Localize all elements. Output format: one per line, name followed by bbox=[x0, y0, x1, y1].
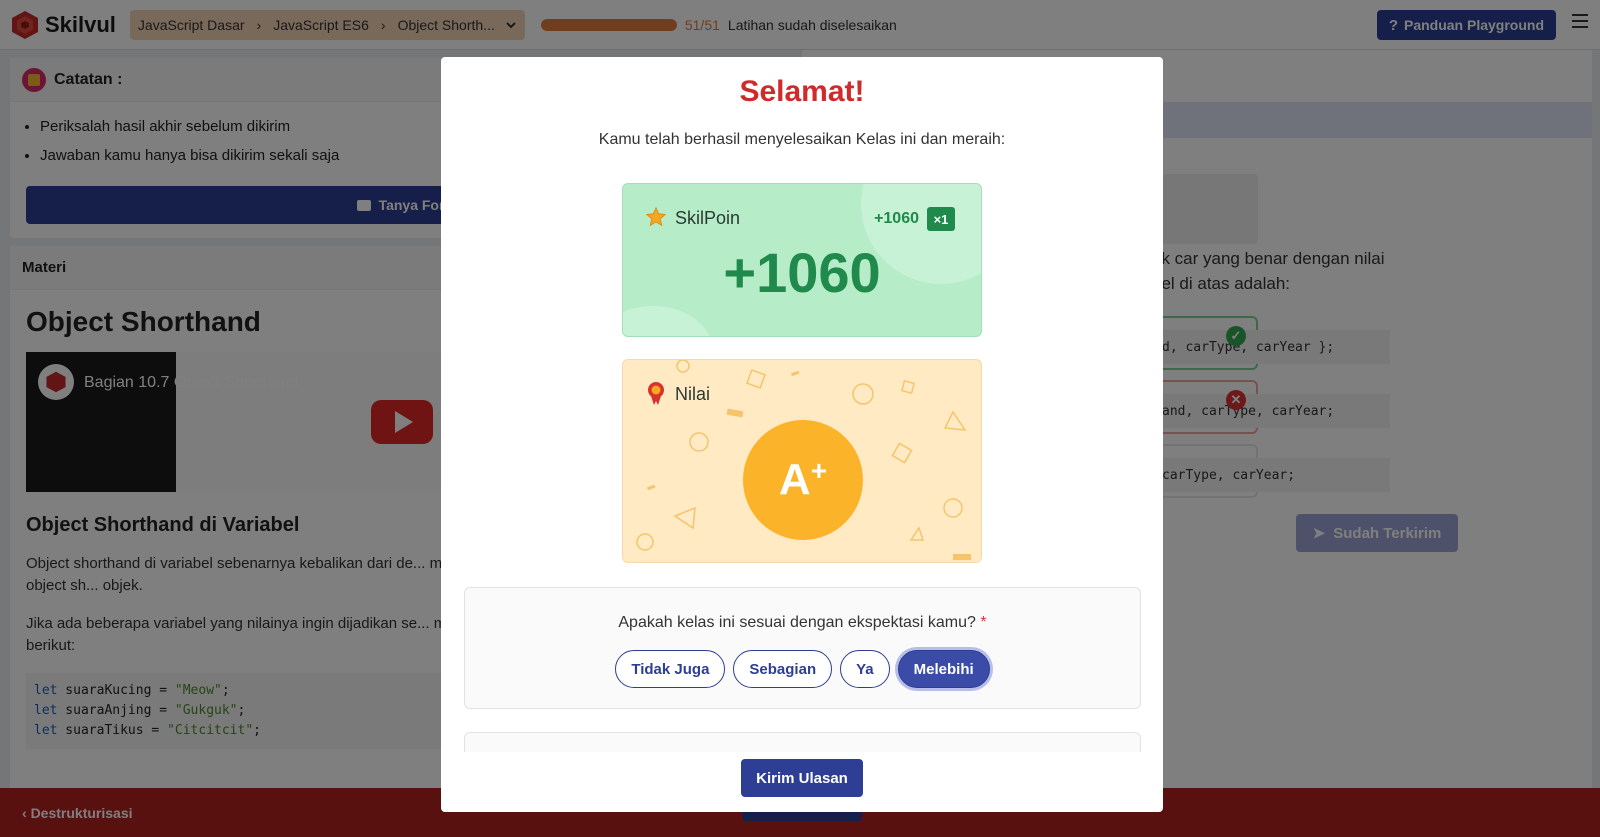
survey-card: Apakah kelas ini sesuai dengan ekspektas… bbox=[464, 587, 1141, 709]
star-icon bbox=[645, 206, 667, 227]
grade-badge: A + bbox=[743, 420, 863, 540]
modal-subtitle: Kamu telah berhasil menyelesaikan Kelas … bbox=[598, 131, 1006, 148]
points-small: +1060 bbox=[874, 210, 919, 227]
medal-icon bbox=[648, 382, 664, 405]
points-label: SkilPoin bbox=[675, 208, 741, 228]
points-multiplier-badge: ×1 bbox=[927, 207, 955, 231]
points-card: SkilPoin +1060 ×1 +1060 bbox=[622, 183, 982, 337]
grade-modifier: + bbox=[810, 455, 828, 486]
survey-option-tidak-juga[interactable]: Tidak Juga bbox=[615, 650, 726, 688]
survey-options: Tidak Juga Sebagian Ya Melebihi bbox=[465, 650, 1140, 688]
modal-title: Selamat! bbox=[739, 75, 865, 108]
grade-card: Nilai A + bbox=[622, 359, 982, 563]
grade-label: Nilai bbox=[675, 384, 711, 404]
survey-option-melebihi[interactable]: Melebihi bbox=[897, 650, 990, 688]
points-total: +1060 bbox=[723, 241, 881, 304]
grade-letter: A bbox=[778, 455, 811, 504]
survey-option-sebagian[interactable]: Sebagian bbox=[733, 650, 833, 688]
required-mark: * bbox=[980, 614, 987, 631]
completion-modal: Selamat! Kamu telah berhasil menyelesaik… bbox=[441, 57, 1163, 812]
survey-option-ya[interactable]: Ya bbox=[840, 650, 890, 688]
survey-card-next bbox=[464, 732, 1141, 752]
submit-review-button[interactable]: Kirim Ulasan bbox=[741, 759, 863, 797]
survey-question: Apakah kelas ini sesuai dengan ekspektas… bbox=[618, 614, 987, 631]
